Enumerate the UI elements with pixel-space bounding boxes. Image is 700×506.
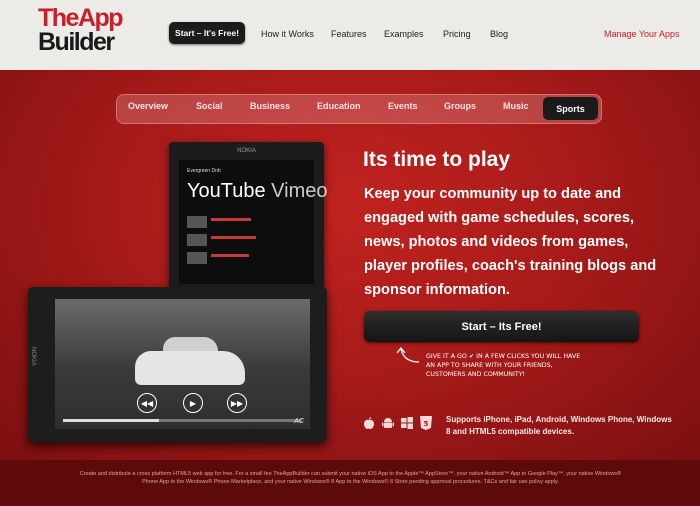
- windows-icon: [400, 415, 414, 431]
- play-icon[interactable]: ▶: [183, 393, 203, 413]
- video-thumb: [187, 234, 207, 246]
- html5-icon: 5: [419, 415, 433, 431]
- curved-arrow-icon: [396, 346, 420, 363]
- phone-portrait-mockup: NOKIA Evergreen Dnh YouTube Vimeo: [169, 142, 327, 292]
- logo[interactable]: TheApp Builder: [38, 4, 138, 56]
- supported-devices-text: Supports iPhone, iPad, Android, Windows …: [446, 415, 672, 436]
- tab-groups[interactable]: Groups: [444, 101, 476, 111]
- hero-headline: Its time to play: [363, 148, 511, 171]
- phone-brand: NOKIA: [30, 347, 36, 366]
- start-free-button[interactable]: Start – It's Free!: [169, 22, 245, 44]
- previous-icon[interactable]: ◀◀: [137, 393, 157, 413]
- start-free-cta-button[interactable]: Start – Its Free!: [364, 311, 639, 342]
- manage-apps-link[interactable]: Manage Your Apps: [604, 29, 680, 39]
- phone-landscape-mockup: NOKIA ◀◀ ▶ ▶▶ AC: [28, 287, 327, 442]
- footer-disclaimer: Create and distribute a cross platform H…: [79, 471, 622, 485]
- video-title-line: [211, 236, 256, 239]
- app-title-vimeo: Vimeo: [271, 180, 328, 202]
- tab-education[interactable]: Education: [317, 101, 361, 111]
- nav-pricing[interactable]: Pricing: [443, 29, 471, 39]
- app-header-label: Evergreen Dnh: [187, 168, 221, 174]
- handwritten-note: Give it a go ✔ in a few clicks you will …: [426, 353, 581, 378]
- svg-text:5: 5: [424, 420, 429, 428]
- next-icon[interactable]: ▶▶: [227, 393, 247, 413]
- site-header: TheApp Builder Start – It's Free! How it…: [0, 0, 700, 70]
- logo-line-1: TheApp: [38, 4, 124, 32]
- tab-social[interactable]: Social: [196, 101, 223, 111]
- app-title-youtube: YouTube: [187, 180, 266, 202]
- nav-blog[interactable]: Blog: [490, 29, 508, 39]
- nav-examples[interactable]: Examples: [384, 29, 424, 39]
- video-scrubber[interactable]: [63, 419, 302, 422]
- car-image: [135, 351, 245, 385]
- video-title-line: [211, 254, 249, 257]
- nav-features[interactable]: Features: [331, 29, 367, 39]
- platform-icons: 5: [362, 415, 433, 431]
- phone-brand: NOKIA: [237, 148, 256, 154]
- scrubber-progress: [63, 419, 159, 422]
- hero-description: Keep your community up to date and engag…: [364, 186, 657, 298]
- tab-overview[interactable]: Overview: [128, 101, 168, 111]
- tab-business[interactable]: Business: [250, 101, 290, 111]
- apple-icon: [362, 415, 376, 431]
- tab-sports[interactable]: Sports: [543, 97, 598, 120]
- tab-music[interactable]: Music: [503, 101, 529, 111]
- logo-line-2: Builder: [38, 28, 115, 56]
- nav-how-it-works[interactable]: How it Works: [261, 29, 314, 39]
- android-icon: [381, 415, 395, 431]
- app-title: YouTube Vimeo: [187, 180, 327, 203]
- tab-events[interactable]: Events: [388, 101, 418, 111]
- video-thumb: [187, 252, 207, 264]
- video-title-line: [211, 218, 251, 221]
- phone-screen: Evergreen Dnh YouTube Vimeo: [179, 160, 327, 284]
- video-thumb: [187, 216, 207, 228]
- watermark-logo: AC: [294, 418, 304, 425]
- video-player: ◀◀ ▶ ▶▶ AC: [55, 299, 310, 429]
